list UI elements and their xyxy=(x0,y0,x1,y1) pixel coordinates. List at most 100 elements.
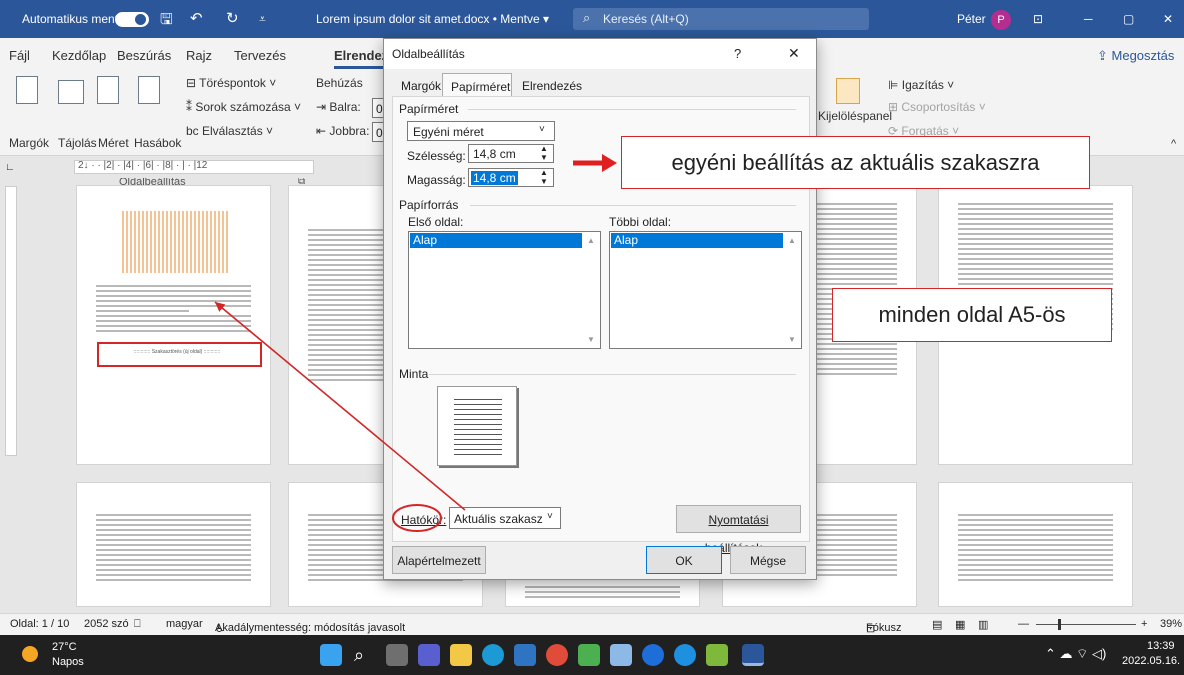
weather-icon[interactable] xyxy=(22,646,38,662)
save-icon[interactable]: 🖫 xyxy=(160,9,173,34)
zoom-slider[interactable] xyxy=(1036,624,1136,625)
start-icon[interactable] xyxy=(320,644,342,666)
scope-select[interactable]: Aktuális szakasz ˅ xyxy=(449,507,561,529)
line-numbers-button[interactable]: ⁑ Sorok számozása ˅ xyxy=(186,100,301,114)
ok-button[interactable]: OK xyxy=(646,546,722,574)
zoom-out[interactable]: — xyxy=(1018,618,1029,630)
redo-icon[interactable]: ↻ xyxy=(226,9,239,27)
security-icon[interactable] xyxy=(674,644,696,666)
tab-layout-dialog[interactable]: Elrendezés xyxy=(522,79,582,93)
zoom-thumb[interactable] xyxy=(1058,619,1061,630)
close-window-icon[interactable]: ✕ xyxy=(1163,12,1173,26)
selection-pane-icon[interactable] xyxy=(836,78,860,104)
print-options-button[interactable]: Nyomtatási beállítások... xyxy=(676,505,801,555)
word-count[interactable]: 2052 szó xyxy=(84,618,129,630)
page-10[interactable] xyxy=(938,482,1133,607)
customize-qat-icon[interactable]: ⩡ xyxy=(259,12,266,27)
other-pages-list[interactable]: Alap ▲ ▼ xyxy=(609,231,802,349)
collapse-ribbon-icon[interactable]: ^ xyxy=(1171,138,1176,150)
orientation-icon[interactable] xyxy=(58,80,84,104)
size-icon[interactable] xyxy=(97,76,119,104)
teams-icon[interactable] xyxy=(418,644,440,666)
document-title[interactable]: Lorem ipsum dolor sit amet.docx • Mentve… xyxy=(316,12,549,26)
columns-icon[interactable] xyxy=(138,76,160,104)
line-numbers-icon: ⁑ xyxy=(186,100,196,114)
minimize-icon[interactable]: ─ xyxy=(1084,12,1093,26)
clock-date[interactable]: 2022.05.16. xyxy=(1122,655,1180,667)
ribbon-display-icon[interactable]: ⊡ xyxy=(1033,12,1043,26)
tab-layout[interactable]: Elrendez xyxy=(334,48,389,69)
breaks-button[interactable]: ⊟ Töréspontok ˅ xyxy=(186,76,276,90)
help-icon[interactable]: ? xyxy=(734,46,741,61)
web-layout-icon[interactable]: ▥ xyxy=(978,618,988,631)
indent-right-label: ⇤ Jobbra: xyxy=(316,124,370,138)
chevron-down-icon: ˅ xyxy=(539,124,545,135)
tab-insert[interactable]: Beszúrás xyxy=(117,48,171,63)
explorer-icon[interactable] xyxy=(450,644,472,666)
orientation-button[interactable]: Tájolás xyxy=(58,136,97,150)
proofing-icon[interactable]: ⎕ xyxy=(134,618,141,631)
tab-draw[interactable]: Rajz xyxy=(186,48,212,63)
dialog-titlebar: Oldalbeállítás ? ✕ xyxy=(384,39,816,69)
page-count[interactable]: Oldal: 1 / 10 xyxy=(10,618,69,630)
search-box[interactable]: ⌕ Keresés (Alt+Q) xyxy=(573,8,869,30)
tab-home[interactable]: Kezdőlap xyxy=(52,48,106,63)
language[interactable]: magyar xyxy=(166,618,203,630)
zoom-level[interactable]: 39% xyxy=(1160,618,1182,630)
hyphenation-button[interactable]: bc Elválasztás ˅ xyxy=(186,124,273,138)
app-icon[interactable] xyxy=(610,644,632,666)
indent-label: Behúzás xyxy=(316,76,363,90)
weather-temp[interactable]: 27°C xyxy=(52,641,77,653)
size-button[interactable]: Méret xyxy=(98,136,129,150)
user-name: Péter xyxy=(957,12,986,26)
set-default-button[interactable]: Alapértelmezett xyxy=(392,546,486,574)
zoom-in[interactable]: + xyxy=(1141,618,1147,630)
columns-button[interactable]: Hasábok xyxy=(134,136,181,150)
read-mode-icon[interactable]: ▤ xyxy=(932,618,942,631)
restore-icon[interactable]: ▢ xyxy=(1123,12,1134,26)
avatar[interactable]: P xyxy=(991,10,1011,30)
width-input[interactable]: 14,8 cm ▲ ▼ xyxy=(468,144,554,163)
undo-icon[interactable]: ↶ xyxy=(190,9,203,27)
margins-icon[interactable] xyxy=(16,76,38,104)
page-1[interactable]: :::::::::::: Szakasztörés (új oldal) :::… xyxy=(76,185,271,465)
indent-left-icon: ⇥ xyxy=(316,100,330,114)
help-app-icon[interactable] xyxy=(642,644,664,666)
tab-design[interactable]: Tervezés xyxy=(234,48,286,63)
callout-section-setting: egyéni beállítás az aktuális szakaszra xyxy=(621,136,1090,189)
task-view-icon[interactable] xyxy=(386,644,408,666)
height-input[interactable]: 14,8 cm ▲ ▼ xyxy=(468,168,554,187)
align-button[interactable]: ⊫ Igazítás ˅ xyxy=(888,78,954,92)
list-item: Alap xyxy=(410,233,582,248)
page-6[interactable] xyxy=(76,482,271,607)
margins-button[interactable]: Margók xyxy=(9,136,49,150)
print-layout-icon[interactable]: ▦ xyxy=(955,618,965,631)
cancel-button[interactable]: Mégse xyxy=(730,546,806,574)
selection-pane-button[interactable]: Kijelölés­panel xyxy=(818,109,892,123)
weather-status[interactable]: Napos xyxy=(52,656,84,668)
tab-margins[interactable]: Margók xyxy=(401,79,441,93)
first-page-list[interactable]: Alap ▲ ▼ xyxy=(408,231,601,349)
edge-icon[interactable] xyxy=(482,644,504,666)
first-page-label: Első oldal: xyxy=(408,215,464,229)
clock-time[interactable]: 13:39 xyxy=(1147,640,1175,652)
vertical-ruler[interactable]: ∟ xyxy=(0,156,22,604)
system-tray-icons[interactable]: ⌃ ☁ ⌔ ◁) xyxy=(1045,646,1106,662)
dialog-close-icon[interactable]: ✕ xyxy=(788,45,800,62)
word-taskbar-icon[interactable] xyxy=(742,644,764,666)
breaks-icon: ⊟ xyxy=(186,76,200,90)
hyphenation-icon: bc xyxy=(186,124,203,138)
chrome-icon[interactable] xyxy=(546,644,568,666)
share-button[interactable]: ⇪ Megosztás xyxy=(1097,48,1174,64)
autosave-toggle[interactable] xyxy=(115,12,149,27)
mail-icon[interactable] xyxy=(514,644,536,666)
tab-paper-active[interactable]: Papírméret xyxy=(442,73,512,97)
tab-file[interactable]: Fájl xyxy=(9,48,30,63)
group-icon: ⊞ xyxy=(888,100,902,114)
spin-icon-2: ▲ ▼ xyxy=(540,168,548,186)
photos-icon[interactable] xyxy=(706,644,728,666)
search-taskbar-icon[interactable]: ⌕ xyxy=(354,644,376,666)
paper-size-select[interactable]: Egyéni méret ˅ xyxy=(407,121,555,141)
group-button: ⊞ Csoportosítás ˅ xyxy=(888,100,986,114)
store-icon[interactable] xyxy=(578,644,600,666)
